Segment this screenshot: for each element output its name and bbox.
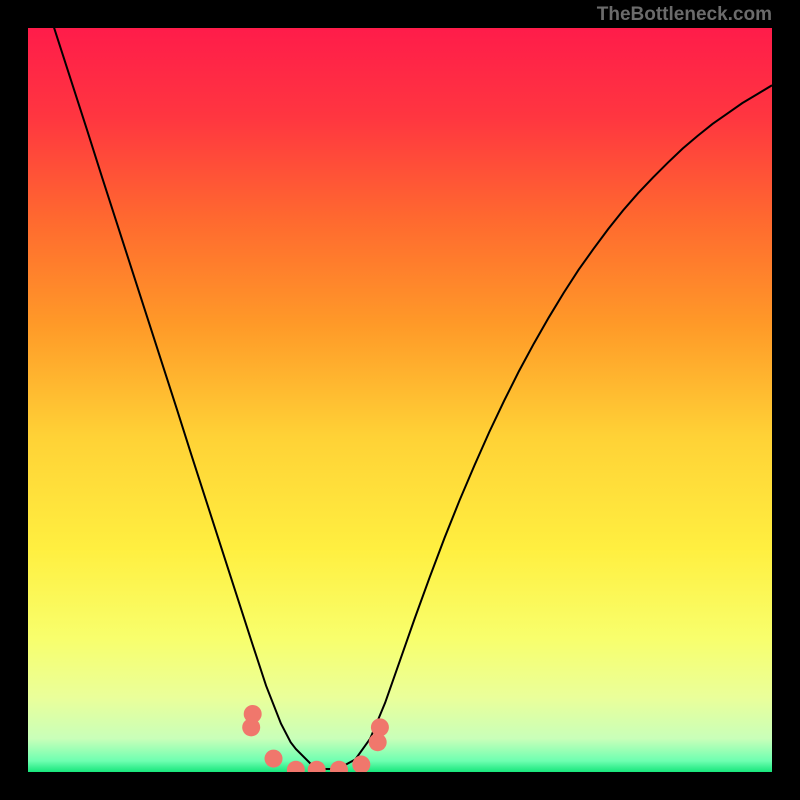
curve-marker [244,705,262,723]
curve-marker [265,750,283,768]
curve-marker [371,718,389,736]
watermark-layer: TheBottleneck.com [0,0,800,28]
chart-frame: TheBottleneck.com [0,0,800,800]
watermark-text: TheBottleneck.com [597,4,772,25]
bottleneck-chart [28,28,772,772]
